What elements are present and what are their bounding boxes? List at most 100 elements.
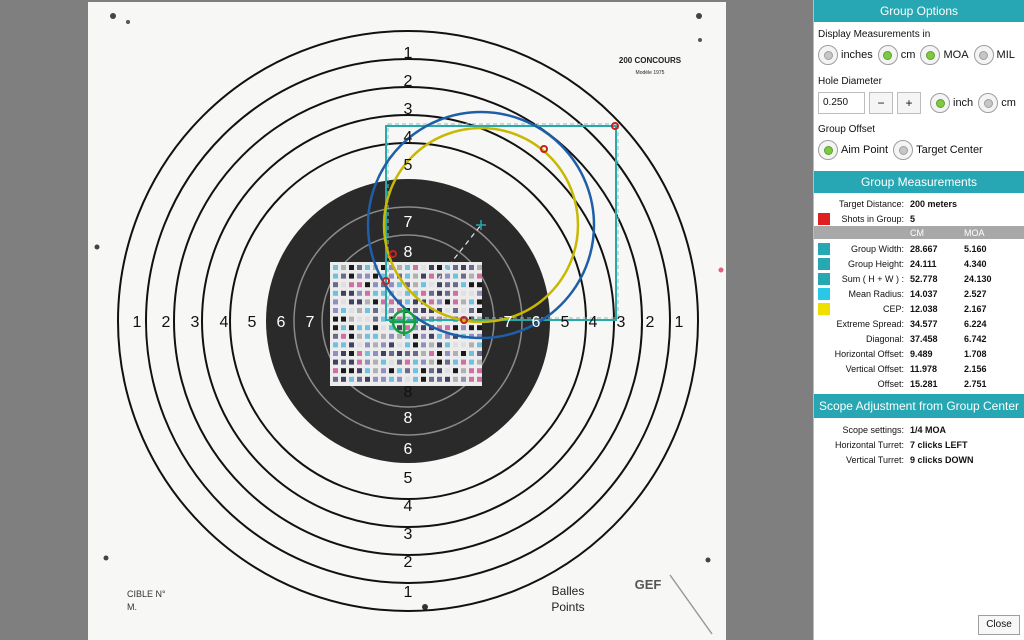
unit-cm-radio[interactable] (877, 45, 898, 65)
patch-cell (461, 359, 466, 365)
unit-mil-label: MIL (996, 49, 1015, 61)
measurement-color-swatch (818, 272, 830, 285)
brand-subtitle: Modèle 1975 (636, 70, 665, 76)
patch-cell (341, 308, 346, 313)
scope-label: Scope settings: (842, 424, 904, 435)
increment-button[interactable]: + (897, 92, 921, 114)
patch-cell (341, 299, 346, 305)
patch-cell (429, 359, 434, 365)
target-image-area[interactable]: 1 2 3 4 5 7 8 8 8 6 5 4 3 2 1 1 2 3 4 5 6 7 7 6 5 4 3 2 1 200 CONCOU… (0, 0, 813, 640)
patch-cell (373, 308, 378, 313)
patch-cell (341, 359, 346, 365)
measurement-row: Group Height: 24.111 4.340 (814, 256, 1024, 271)
close-button[interactable]: Close (978, 615, 1020, 635)
unit-cm-option[interactable]: cm (877, 45, 921, 65)
shots-color-swatch (818, 212, 830, 225)
measurement-moa-value: 4.340 (964, 258, 987, 269)
patch-cell (413, 265, 418, 270)
patch-cell (437, 290, 442, 296)
patch-cell (477, 299, 482, 305)
unit-moa-radio[interactable] (920, 45, 941, 65)
patch-cell (349, 333, 354, 339)
measurement-moa-value: 6.742 (964, 333, 987, 344)
measurement-label: Mean Radius: (848, 288, 904, 299)
unit-inches-radio[interactable] (818, 45, 838, 65)
patch-cell (397, 351, 402, 356)
patch-cell (341, 265, 346, 270)
hole-unit-cm-option[interactable]: cm (978, 93, 1021, 113)
decrement-button[interactable]: − (869, 92, 893, 114)
ring-number: 6 (404, 441, 413, 458)
patch-cell (397, 333, 402, 339)
patch-cell (365, 290, 370, 296)
patch-cell (469, 299, 474, 305)
patch-cell (349, 282, 354, 288)
patch-cell (357, 282, 362, 288)
patch-cell (437, 265, 442, 270)
measurement-label: Sum ( H + W ) : (841, 273, 904, 284)
patch-cell (349, 351, 354, 356)
measurement-label: Extreme Spread: (836, 318, 904, 329)
measurement-cm-value: 37.458 (910, 333, 938, 344)
patch-cell (333, 273, 338, 279)
patch-cell (477, 368, 482, 374)
hole-diameter-label: Hole Diameter (818, 76, 882, 87)
unit-inches-option[interactable]: inches (818, 45, 878, 65)
patch-cell (333, 325, 338, 331)
patch-cell (405, 342, 410, 348)
offset-target-center-option[interactable]: Target Center (893, 140, 988, 160)
patch-cell (437, 282, 442, 288)
unit-mil-radio[interactable] (973, 45, 994, 65)
patch-cell (373, 316, 378, 322)
measurement-label: Vertical Offset: (845, 363, 904, 374)
patch-cell (357, 290, 362, 296)
ring-number: 1 (133, 314, 142, 331)
patch-cell (413, 333, 418, 339)
hole-unit-inch-option[interactable]: inch (930, 93, 978, 113)
measurement-color-swatch (818, 348, 830, 360)
scope-row: Horizontal Turret: 7 clicks LEFT (814, 437, 1024, 452)
patch-cell (333, 368, 338, 374)
offset-target-center-radio[interactable] (893, 140, 914, 160)
scope-adjustment-list: Scope settings: 1/4 MOA Horizontal Turret:… (814, 422, 1024, 467)
ring-number: 8 (404, 384, 413, 401)
patch-cell (341, 342, 346, 348)
patch-cell (333, 265, 338, 270)
patch-cell (477, 359, 482, 365)
patch-cell (381, 342, 386, 348)
patch-cell (349, 359, 354, 365)
patch-cell (389, 273, 394, 279)
patch-cell (413, 308, 418, 313)
ring-number: 1 (404, 45, 413, 62)
patch-cell (397, 282, 402, 288)
unit-moa-option[interactable]: MOA (920, 45, 973, 65)
measurement-moa-value: 2.751 (964, 378, 987, 389)
paper-hole (94, 244, 100, 250)
patch-cell (357, 325, 362, 331)
measurement-row: Vertical Offset: 11.978 2.156 (814, 361, 1024, 376)
hole-unit-cm-radio[interactable] (978, 93, 999, 113)
patch-cell (413, 368, 418, 374)
patch-cell (341, 351, 346, 356)
patch-cell (365, 308, 370, 313)
patch-cell (461, 325, 466, 331)
unit-mil-option[interactable]: MIL (973, 45, 1020, 65)
patch-cell (389, 359, 394, 365)
patch-cell (453, 325, 458, 331)
offset-aim-point-radio[interactable] (818, 140, 838, 160)
hole-unit-inch-radio[interactable] (930, 93, 950, 113)
scope-value: 9 clicks DOWN (910, 454, 974, 465)
patch-cell (421, 265, 426, 270)
measurement-moa-value: 2.527 (964, 288, 987, 299)
patch-cell (421, 282, 426, 288)
offset-aim-point-option[interactable]: Aim Point (818, 140, 893, 160)
hole-diameter-input[interactable]: 0.250 (818, 92, 865, 114)
balles-label: Balles (552, 584, 585, 598)
patch-cell (413, 359, 418, 365)
hole-unit-radio-group: inch cm (930, 93, 1021, 113)
radio-dot (883, 50, 893, 60)
patch-cell (333, 342, 338, 348)
group-measurements-header: Group Measurements (814, 171, 1024, 193)
patch-cell (413, 376, 418, 382)
unit-inches-label: inches (841, 49, 873, 61)
